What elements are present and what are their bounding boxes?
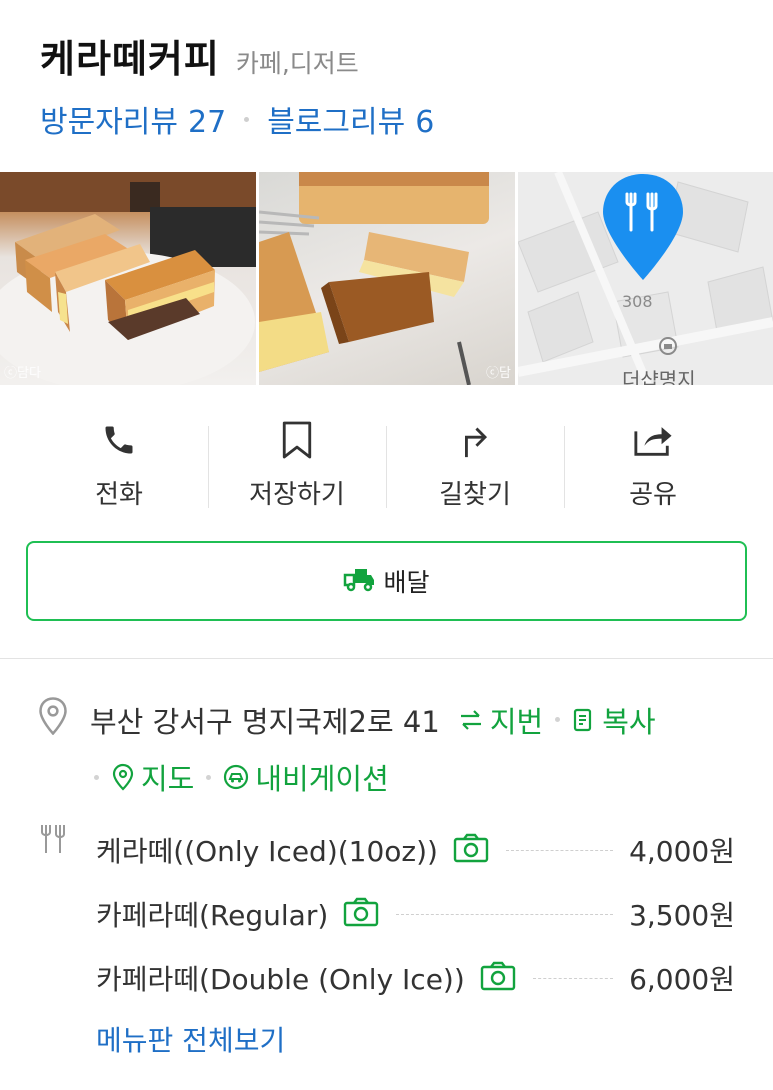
menu-item-price: 6,000원 xyxy=(629,963,735,996)
swap-icon xyxy=(460,709,481,730)
lot-address-toggle[interactable]: 지번 xyxy=(458,699,543,741)
delivery-button[interactable]: 배달 xyxy=(26,541,747,621)
share-label: 공유 xyxy=(629,480,677,510)
copy-icon xyxy=(574,708,592,731)
visitor-review-label: 방문자리뷰 xyxy=(40,105,178,140)
navigation-link[interactable]: 내비게이션 xyxy=(223,756,389,798)
menu-item-name: 카페라떼(Double (Only Ice)) xyxy=(96,963,465,996)
share-icon xyxy=(633,418,673,462)
menu-item[interactable]: 카페라떼(Regular) 3,500원 xyxy=(96,882,735,946)
dotted-leader xyxy=(396,913,614,915)
camera-icon[interactable] xyxy=(479,960,517,996)
directions-button[interactable]: 길찾기 xyxy=(386,418,564,518)
map-place-label: 더샵명지 xyxy=(622,368,696,385)
action-bar: 전화 저장하기 길찾기 공유 xyxy=(30,418,742,518)
map-thumbnail[interactable]: 308 더샵명지 xyxy=(518,172,773,385)
photo-strip: ⓒ담다 ⓒ담 308 더샵명지 xyxy=(0,172,773,385)
toast-photo-1-image xyxy=(0,172,256,385)
phone-icon xyxy=(101,418,137,462)
save-button[interactable]: 저장하기 xyxy=(208,418,386,518)
menu-item-name: 케라떼((Only Iced)(10oz)) xyxy=(96,835,438,868)
lot-address-label: 지번 xyxy=(489,704,544,739)
separator-dot xyxy=(206,774,212,780)
photo-credit: ⓒ담다 xyxy=(4,366,41,381)
section-divider xyxy=(0,658,773,659)
menu-section: 케라떼((Only Iced)(10oz)) 4,000원 카페라떼(Regul… xyxy=(38,818,735,1010)
place-name: 케라떼커피 xyxy=(40,37,220,81)
navigation-label: 내비게이션 xyxy=(255,762,389,796)
address-section: 부산 강서구 명지국제2로 41 지번 복사 지도 내비게이션 xyxy=(38,697,758,798)
car-icon xyxy=(224,764,249,790)
directions-label: 길찾기 xyxy=(439,480,511,510)
utensils-icon xyxy=(38,822,72,860)
dotted-leader xyxy=(505,849,614,851)
blog-review-count: 6 xyxy=(415,105,435,140)
map-number-label: 308 xyxy=(622,292,653,311)
separator-dot xyxy=(555,717,561,722)
address-text: 부산 강서구 명지국제2로 41 xyxy=(90,704,440,739)
visitor-review-count: 27 xyxy=(188,105,227,140)
copy-label: 복사 xyxy=(602,704,656,739)
delivery-label: 배달 xyxy=(383,568,430,597)
menu-item-price: 3,500원 xyxy=(629,899,735,932)
view-full-menu-link[interactable]: 메뉴판 전체보기 xyxy=(96,1019,285,1059)
blog-review-label: 블로그리뷰 xyxy=(267,105,406,140)
photo-toast-2[interactable]: ⓒ담 xyxy=(259,172,515,385)
menu-item-price: 4,000원 xyxy=(629,835,735,868)
camera-icon[interactable] xyxy=(452,832,490,868)
call-button[interactable]: 전화 xyxy=(30,418,208,518)
dotted-leader xyxy=(532,977,614,979)
visitor-review-link[interactable]: 방문자리뷰 27 xyxy=(40,97,226,141)
photo-credit-2: ⓒ담 xyxy=(486,366,511,381)
place-category: 카페,디저트 xyxy=(235,49,359,78)
menu-item-name: 카페라떼(Regular) xyxy=(96,899,329,932)
toast-photo-2-image xyxy=(259,172,489,385)
menu-item[interactable]: 케라떼((Only Iced)(10oz)) 4,000원 xyxy=(96,818,735,882)
blog-review-link[interactable]: 블로그리뷰 6 xyxy=(267,97,434,141)
menu-item[interactable]: 카페라떼(Double (Only Ice)) 6,000원 xyxy=(96,946,735,1010)
place-header: 케라떼커피 카페,디저트 방문자리뷰 27 블로그리뷰 6 xyxy=(40,28,753,141)
separator-dot xyxy=(244,116,250,122)
delivery-truck-icon xyxy=(343,566,375,596)
bookmark-icon xyxy=(280,418,314,462)
photo-toast-1[interactable]: ⓒ담다 xyxy=(0,172,256,385)
copy-address-button[interactable]: 복사 xyxy=(572,699,656,741)
camera-icon[interactable] xyxy=(342,896,380,932)
map-pin-small-icon xyxy=(112,763,134,791)
map-link[interactable]: 지도 xyxy=(111,756,194,798)
map-label: 지도 xyxy=(141,762,195,796)
map-image xyxy=(518,172,773,385)
location-pin-icon xyxy=(38,697,68,742)
call-label: 전화 xyxy=(95,480,143,510)
directions-icon xyxy=(457,418,493,462)
share-button[interactable]: 공유 xyxy=(564,418,742,518)
save-label: 저장하기 xyxy=(249,480,345,510)
separator-dot xyxy=(94,774,99,780)
